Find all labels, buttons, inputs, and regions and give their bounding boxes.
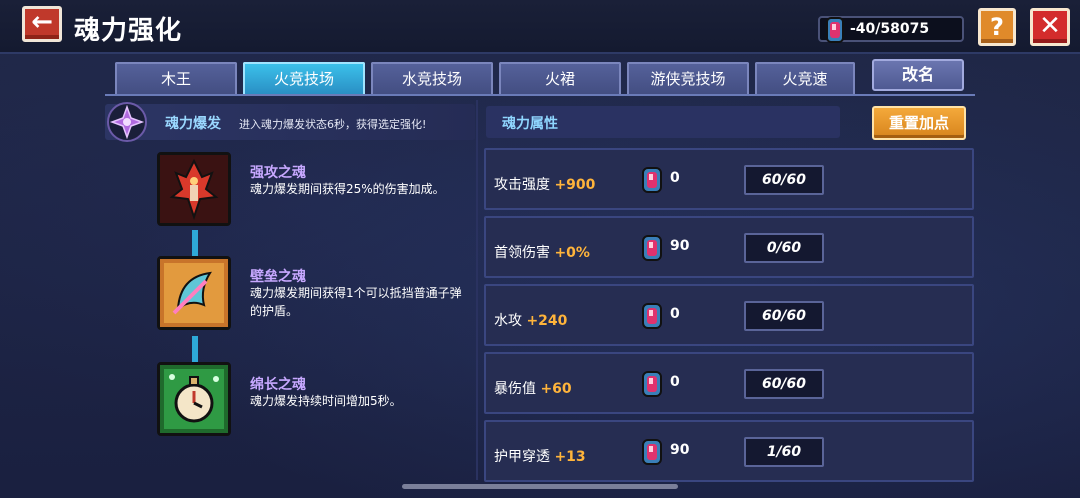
attribute-progress: 1/60 <box>744 437 824 467</box>
attribute-name: 攻击强度 +900 <box>494 177 596 193</box>
gem-cost: 0 <box>670 374 680 390</box>
burst-info-row: 魂力爆发 进入魂力爆发状态6秒，获得选定强化! <box>105 102 475 142</box>
attribute-row[interactable]: 攻击强度 +900 0 60/60 <box>484 148 974 210</box>
currency-value: -40/58075 <box>850 21 930 37</box>
attribute-name: 暴伤值 +60 <box>494 381 572 397</box>
top-bar: ← 魂力强化 -40/58075 ? ✕ <box>0 0 1080 54</box>
attributes-header: 魂力属性 <box>486 106 840 138</box>
soul-gem-icon <box>642 167 662 193</box>
red-sword-icon[interactable] <box>157 152 231 226</box>
soul-connector <box>192 230 198 256</box>
help-button[interactable]: ? <box>978 8 1016 46</box>
attribute-progress: 60/60 <box>744 165 824 195</box>
attribute-bonus: +900 <box>554 177 596 193</box>
attribute-row[interactable]: 护甲穿透 +13 90 1/60 <box>484 420 974 482</box>
tab-mu-wang[interactable]: 木王 <box>115 62 237 94</box>
gem-cost: 90 <box>670 442 690 458</box>
soul-burst-panel: 魂力爆发 进入魂力爆发状态6秒，获得选定强化! 强攻之魂 魂力爆发期间获得25%… <box>105 100 475 480</box>
soul-gem-icon <box>642 303 662 329</box>
soul-gem-icon <box>642 371 662 397</box>
stopwatch-icon[interactable] <box>157 362 231 436</box>
tab-fire-arena[interactable]: 火竞技场 <box>243 62 365 94</box>
soul-connector <box>192 336 198 362</box>
soul-description: 魂力爆发持续时间增加5秒。 <box>250 394 402 408</box>
soul-gem-icon <box>826 17 844 43</box>
gem-cost: 0 <box>670 306 680 322</box>
attribute-progress: 60/60 <box>744 301 824 331</box>
gem-cost: 0 <box>670 170 680 186</box>
reset-points-button[interactable]: 重置加点 <box>872 106 966 140</box>
attribute-row[interactable]: 暴伤值 +60 0 60/60 <box>484 352 974 414</box>
attribute-bonus: +0% <box>554 245 590 261</box>
tab-ranger-arena[interactable]: 游侠竞技场 <box>627 62 749 94</box>
soul-name: 绵长之魂 <box>250 377 306 393</box>
attribute-bonus: +60 <box>540 381 572 397</box>
tab-fire-skirt[interactable]: 火裙 <box>499 62 621 94</box>
rename-button[interactable]: 改名 <box>872 59 964 91</box>
burst-crystal-icon <box>107 102 147 142</box>
soul-name: 强攻之魂 <box>250 165 306 181</box>
soul-gem-icon <box>642 235 662 261</box>
tab-water-arena[interactable]: 水竞技场 <box>371 62 493 94</box>
scrollbar[interactable] <box>402 484 678 489</box>
burst-title: 魂力爆发 <box>165 116 221 132</box>
panel-divider <box>476 100 478 480</box>
attribute-name: 护甲穿透 +13 <box>494 449 586 465</box>
attribute-row[interactable]: 首领伤害 +0% 90 0/60 <box>484 216 974 278</box>
attribute-progress: 60/60 <box>744 369 824 399</box>
shield-icon[interactable] <box>157 256 231 330</box>
soul-gem-icon <box>642 439 662 465</box>
soul-description: 魂力爆发期间获得25%的伤害加成。 <box>250 182 445 196</box>
attribute-bonus: +13 <box>554 449 586 465</box>
attribute-name: 水攻 +240 <box>494 313 568 329</box>
attribute-progress: 0/60 <box>744 233 824 263</box>
attribute-name: 首领伤害 +0% <box>494 245 590 261</box>
soul-currency-display: -40/58075 <box>818 16 964 43</box>
close-button[interactable]: ✕ <box>1030 8 1070 46</box>
tab-underline <box>105 94 975 96</box>
soul-description: 魂力爆发期间获得1个可以抵挡普通子弹的护盾。 <box>250 286 462 318</box>
back-button[interactable]: ← <box>22 6 62 42</box>
attribute-row[interactable]: 水攻 +240 0 60/60 <box>484 284 974 346</box>
tab-fire-speed[interactable]: 火竞速 <box>755 62 855 94</box>
attribute-bonus: +240 <box>526 313 568 329</box>
gem-cost: 90 <box>670 238 690 254</box>
attributes-header-label: 魂力属性 <box>502 116 558 132</box>
burst-description: 进入魂力爆发状态6秒，获得选定强化! <box>239 118 427 131</box>
soul-name: 壁垒之魂 <box>250 269 306 285</box>
page-title: 魂力强化 <box>74 16 183 46</box>
